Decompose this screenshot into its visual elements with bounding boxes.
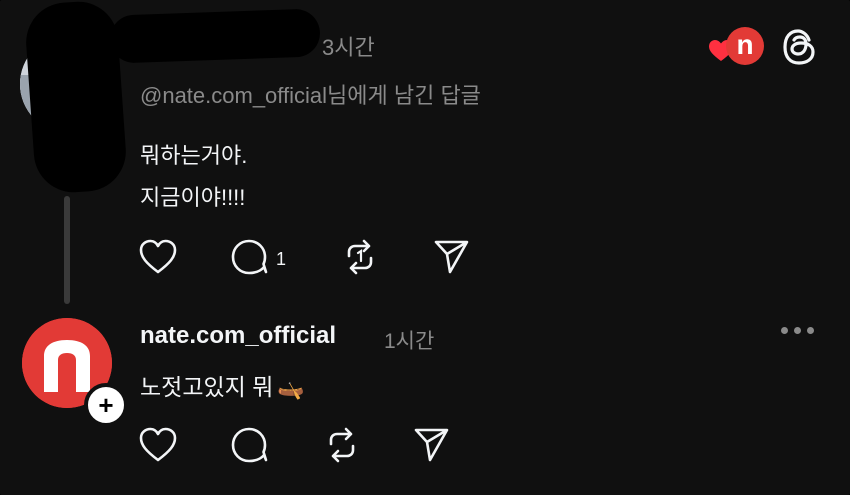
share-icon [412, 426, 452, 469]
comment-icon [230, 426, 270, 469]
redaction-mark [109, 8, 321, 64]
like-button[interactable] [138, 238, 178, 281]
repost-button[interactable] [340, 238, 380, 281]
username[interactable]: nate.com_official [140, 322, 336, 350]
canoe-emoji: 🛶 [277, 375, 305, 400]
post-time: 1시간 [384, 330, 435, 353]
plus-icon: + [98, 390, 114, 420]
repost-icon [340, 238, 380, 281]
more-icon [781, 327, 788, 334]
nate-logo-letter: n [736, 28, 754, 60]
share-icon [432, 238, 472, 281]
nate-heart-badge[interactable]: n [708, 27, 764, 67]
post-text-body: 노젓고있지 뭐 [140, 374, 274, 400]
follow-plus-button[interactable]: + [84, 383, 128, 427]
repost-icon [322, 426, 362, 469]
repost-button[interactable] [322, 426, 362, 469]
nate-logo-icon: n [726, 27, 764, 65]
share-button[interactable] [432, 238, 472, 281]
post-time: 3시간 [322, 35, 375, 60]
threads-logo-icon[interactable] [782, 28, 818, 71]
heart-icon [138, 426, 178, 469]
thread-connector-line [64, 196, 70, 304]
heart-icon [138, 238, 178, 281]
comment-icon [230, 238, 270, 281]
post-text: 노젓고있지 뭐 🛶 [140, 368, 305, 402]
reply-to-label[interactable]: @nate.com_official님에게 남긴 답글 [140, 78, 481, 110]
more-options-button[interactable] [781, 327, 814, 334]
post-text-line: 지금이야!!!! [140, 185, 246, 210]
share-button[interactable] [412, 426, 452, 469]
comment-button[interactable]: 1 [230, 238, 286, 281]
post-text-line: 뭐하는거야. [140, 143, 248, 168]
comment-button[interactable] [230, 426, 270, 469]
like-button[interactable] [138, 426, 178, 469]
threads-screen [0, 0, 850, 495]
comment-count: 1 [276, 249, 287, 269]
